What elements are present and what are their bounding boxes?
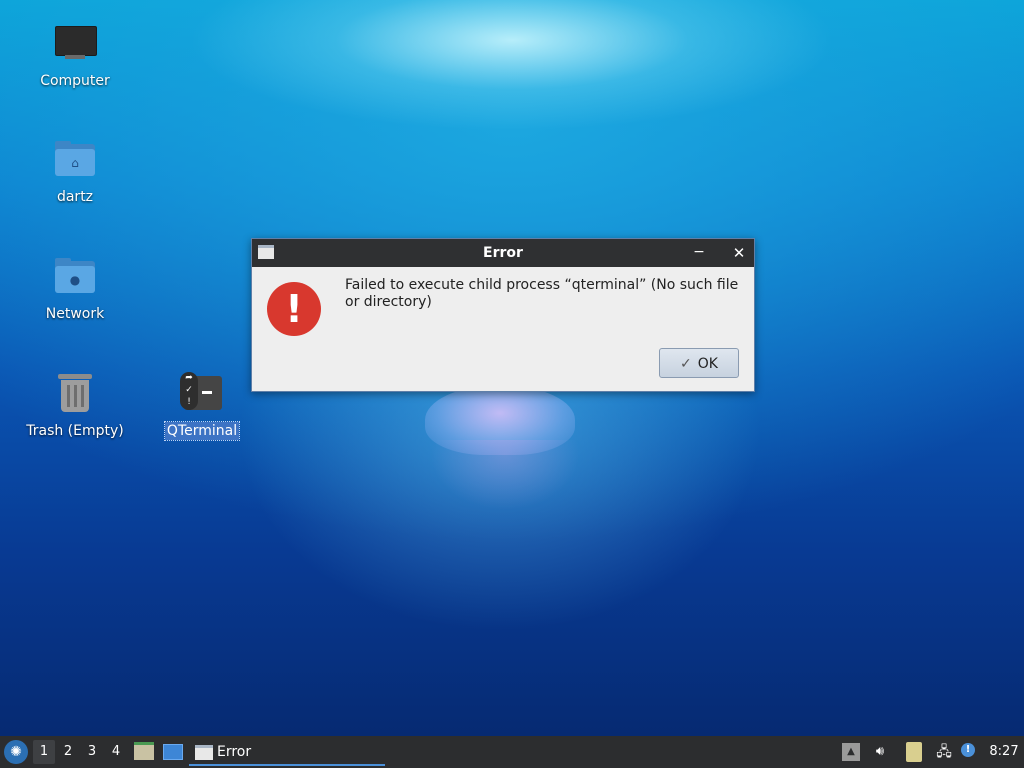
desktop-icon-label: Computer — [40, 73, 110, 89]
workspace-1[interactable]: 1 — [33, 740, 55, 764]
network-folder-icon: ● — [51, 253, 99, 301]
error-icon: ! — [267, 282, 321, 336]
taskbar-item-error[interactable]: Error — [189, 738, 385, 766]
error-dialog: Error − ✕ ! Failed to execute child proc… — [251, 238, 755, 392]
desktop: Computer ⌂ dartz ● Network Trash (Empty)… — [0, 0, 1024, 736]
ok-button-label: OK — [697, 356, 718, 372]
desktop-icon-computer[interactable]: Computer — [20, 20, 130, 90]
desktop-icon-trash[interactable]: Trash (Empty) — [20, 370, 130, 440]
clock[interactable]: 8:27 — [986, 736, 1022, 768]
notification-icon[interactable]: ! — [961, 743, 975, 757]
home-folder-icon: ⌂ — [51, 136, 99, 184]
computer-icon — [51, 20, 99, 68]
taskbar: ✺ 1 2 3 4 Error ▲ 🔊︎ 🖧︎ ! 8:27 — [0, 736, 1024, 768]
network-icon[interactable]: 🖧︎ — [934, 742, 954, 762]
desktop-icon-label: dartz — [56, 189, 94, 205]
desktop-icon-network[interactable]: ● Network — [20, 253, 130, 323]
desktop-icon-label: Trash (Empty) — [26, 423, 124, 439]
volume-icon[interactable]: 🔊︎ — [870, 742, 890, 762]
desktop-icon-home-folder[interactable]: ⌂ dartz — [20, 136, 130, 206]
window-icon — [195, 745, 213, 760]
start-menu-button[interactable]: ✺ — [4, 740, 28, 764]
show-desktop-icon[interactable] — [163, 744, 183, 760]
trash-icon — [51, 370, 99, 418]
desktop-icon-qterminal[interactable]: ➦ ✓! QTerminal — [147, 370, 257, 441]
desktop-icon-label: Network — [45, 306, 105, 322]
file-manager-icon[interactable] — [134, 742, 154, 760]
dialog-titlebar[interactable]: Error − ✕ — [252, 239, 754, 267]
ok-button[interactable]: ✓ OK — [659, 348, 739, 378]
workspace-3[interactable]: 3 — [81, 740, 103, 764]
workspace-4[interactable]: 4 — [105, 740, 127, 764]
link-badge-icon: ➦ ✓! — [180, 372, 198, 410]
error-message: Failed to execute child process “qtermin… — [345, 277, 739, 310]
dialog-title: Error — [483, 245, 523, 261]
workspace-2[interactable]: 2 — [57, 740, 79, 764]
desktop-icon-label: QTerminal — [163, 421, 241, 441]
minimize-button[interactable]: − — [688, 242, 710, 264]
wallpaper-jellyfish-tentacles — [430, 440, 580, 510]
clipboard-icon[interactable] — [906, 742, 922, 762]
terminal-icon: ➦ ✓! — [178, 370, 226, 418]
eject-icon[interactable]: ▲ — [842, 743, 860, 761]
check-icon: ✓ — [680, 356, 692, 372]
close-button[interactable]: ✕ — [728, 242, 750, 264]
taskbar-item-label: Error — [217, 744, 252, 760]
lxqt-logo-icon: ✺ — [10, 744, 22, 760]
